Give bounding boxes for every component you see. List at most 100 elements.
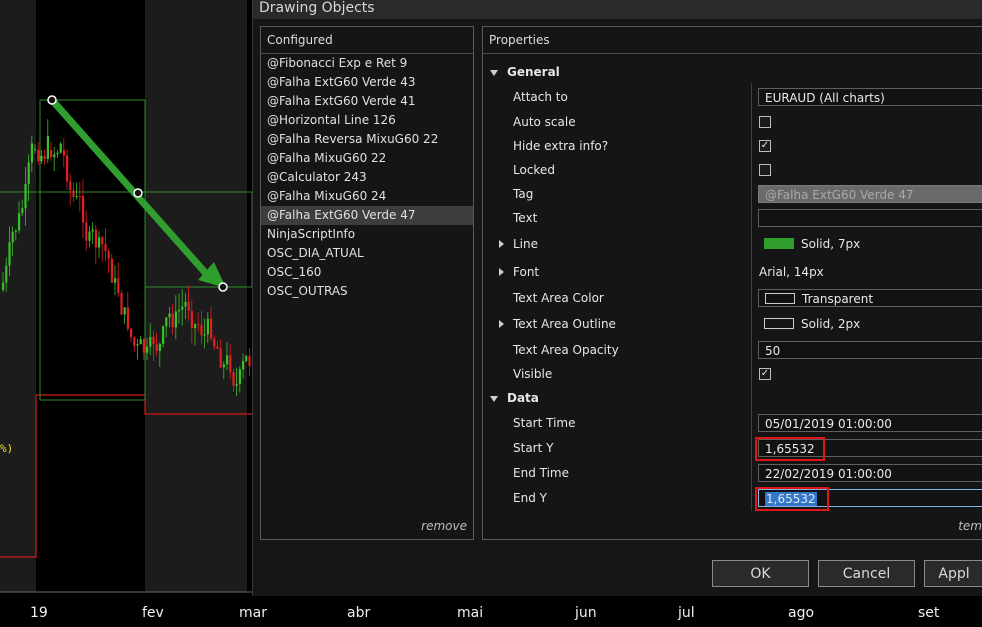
configured-item[interactable]: @Falha MixuG60 24	[261, 187, 473, 206]
candle-body	[133, 337, 136, 346]
configured-item[interactable]: @Calculator 243	[261, 168, 473, 187]
candle-body	[66, 155, 69, 182]
candle-body	[229, 355, 232, 373]
prop-line: Line Solid, 7px	[483, 234, 982, 256]
candle-body	[146, 346, 149, 353]
x-axis-label-fev: fev	[142, 605, 164, 621]
candle-body	[206, 318, 209, 335]
arrow-anchor-start[interactable]	[47, 95, 57, 105]
candle-body	[24, 184, 27, 209]
candle-body	[158, 343, 161, 351]
x-axis-label-set: set	[918, 605, 940, 621]
ok-button[interactable]: OK	[712, 560, 809, 587]
configured-item[interactable]: @Fibonacci Exp e Ret 9	[261, 54, 473, 73]
configured-item[interactable]: @Falha Reversa MixuG60 22	[261, 130, 473, 149]
candle-body	[142, 339, 145, 353]
configured-item[interactable]: @Horizontal Line 126	[261, 111, 473, 130]
locked-checkbox[interactable]	[759, 164, 771, 176]
section-general[interactable]: General	[483, 62, 982, 84]
end-y-label: End Y	[513, 491, 547, 505]
candle-body	[210, 318, 213, 339]
expand-arrow-icon[interactable]	[499, 240, 504, 248]
candle-body	[56, 152, 59, 155]
candle-body	[216, 346, 219, 349]
prop-text-area-color: Text Area Color Transparent	[483, 288, 982, 310]
candle-body	[107, 251, 110, 259]
candle-body	[168, 313, 171, 318]
expand-arrow-icon[interactable]	[499, 268, 504, 276]
expand-arrow-icon[interactable]	[499, 320, 504, 328]
hide-extra-info-checkbox[interactable]: ✓	[759, 140, 771, 152]
section-data[interactable]: Data	[483, 388, 982, 410]
tag-label: Tag	[513, 187, 534, 201]
candle-body	[136, 344, 139, 346]
candle-body	[123, 307, 126, 315]
prop-text-area-outline: Text Area Outline Solid, 2px	[483, 314, 982, 336]
candle-body	[184, 301, 187, 307]
x-axis-label-mar: mar	[239, 605, 267, 621]
configured-header: Configured	[261, 27, 473, 54]
prop-start-y: Start Y 1,65532	[483, 437, 982, 461]
candle-body	[34, 149, 37, 151]
candle-body	[178, 309, 181, 312]
candle-body	[27, 162, 30, 185]
text-area-color-select[interactable]: Transparent	[758, 289, 982, 307]
candle-body	[46, 135, 49, 160]
text-area-outline-value[interactable]: Solid, 2px	[801, 317, 860, 331]
candle-body	[43, 155, 46, 160]
configured-item[interactable]: @Falha ExtG60 Verde 43	[261, 73, 473, 92]
configured-item[interactable]: @Falha MixuG60 22	[261, 149, 473, 168]
candle-body	[11, 231, 14, 243]
candle-body	[2, 282, 5, 290]
collapse-arrow-icon[interactable]	[490, 70, 498, 76]
start-time-field[interactable]: 05/01/2019 01:00:00	[758, 414, 982, 432]
candle-body	[162, 326, 165, 344]
auto-scale-checkbox[interactable]	[759, 116, 771, 128]
candle-body	[114, 278, 117, 283]
section-data-label: Data	[507, 391, 539, 405]
prop-font: Font Arial, 14px	[483, 262, 982, 284]
line-color-swatch[interactable]	[764, 238, 794, 249]
candle-body	[203, 334, 206, 336]
arrow-anchor-end[interactable]	[218, 282, 228, 292]
configured-item[interactable]: OSC_DIA_ATUAL	[261, 244, 473, 263]
candle-body	[130, 328, 133, 338]
font-label: Font	[513, 265, 540, 279]
drawing-objects-dialog: Drawing Objects Configured @Fibonacci Ex…	[252, 0, 982, 596]
configured-item[interactable]: @Falha ExtG60 Verde 47	[261, 206, 473, 225]
configured-item[interactable]: NinjaScriptInfo	[261, 225, 473, 244]
candle-body	[149, 336, 152, 347]
remove-link[interactable]: remove	[421, 519, 467, 533]
text-field[interactable]	[758, 209, 982, 227]
text-area-opacity-field[interactable]: 50	[758, 341, 982, 359]
candle-body	[213, 338, 216, 347]
candle-body	[40, 155, 43, 162]
x-axis-label-19: 19	[30, 605, 48, 621]
prop-hide-extra-info: Hide extra info? ✓	[483, 136, 982, 158]
candle-body	[37, 150, 40, 162]
configured-item[interactable]: OSC_OUTRAS	[261, 282, 473, 301]
configured-item[interactable]: OSC_160	[261, 263, 473, 282]
attach-to-select[interactable]: EURAUD (All charts)	[758, 88, 982, 106]
properties-footer-text[interactable]: tem	[958, 519, 982, 533]
font-value[interactable]: Arial, 14px	[759, 265, 824, 279]
apply-button[interactable]: Appl	[924, 560, 982, 587]
candle-body	[30, 143, 33, 163]
collapse-arrow-icon[interactable]	[490, 396, 498, 402]
candle-body	[197, 324, 200, 326]
configured-item[interactable]: @Falha ExtG60 Verde 41	[261, 92, 473, 111]
candle-body	[101, 237, 104, 244]
end-time-field[interactable]: 22/02/2019 01:00:00	[758, 464, 982, 482]
line-value[interactable]: Solid, 7px	[801, 237, 860, 251]
text-area-outline-swatch[interactable]	[764, 318, 794, 329]
auto-scale-label: Auto scale	[513, 115, 576, 129]
arrow-anchor-middle[interactable]	[133, 188, 143, 198]
cancel-button[interactable]: Cancel	[818, 560, 915, 587]
start-time-label: Start Time	[513, 416, 576, 430]
candle-body	[165, 317, 168, 327]
visible-checkbox[interactable]: ✓	[759, 368, 771, 380]
prop-visible: Visible ✓	[483, 364, 982, 386]
prop-auto-scale: Auto scale	[483, 112, 982, 134]
chart-shade-left	[0, 0, 36, 592]
candle-body	[8, 242, 11, 266]
